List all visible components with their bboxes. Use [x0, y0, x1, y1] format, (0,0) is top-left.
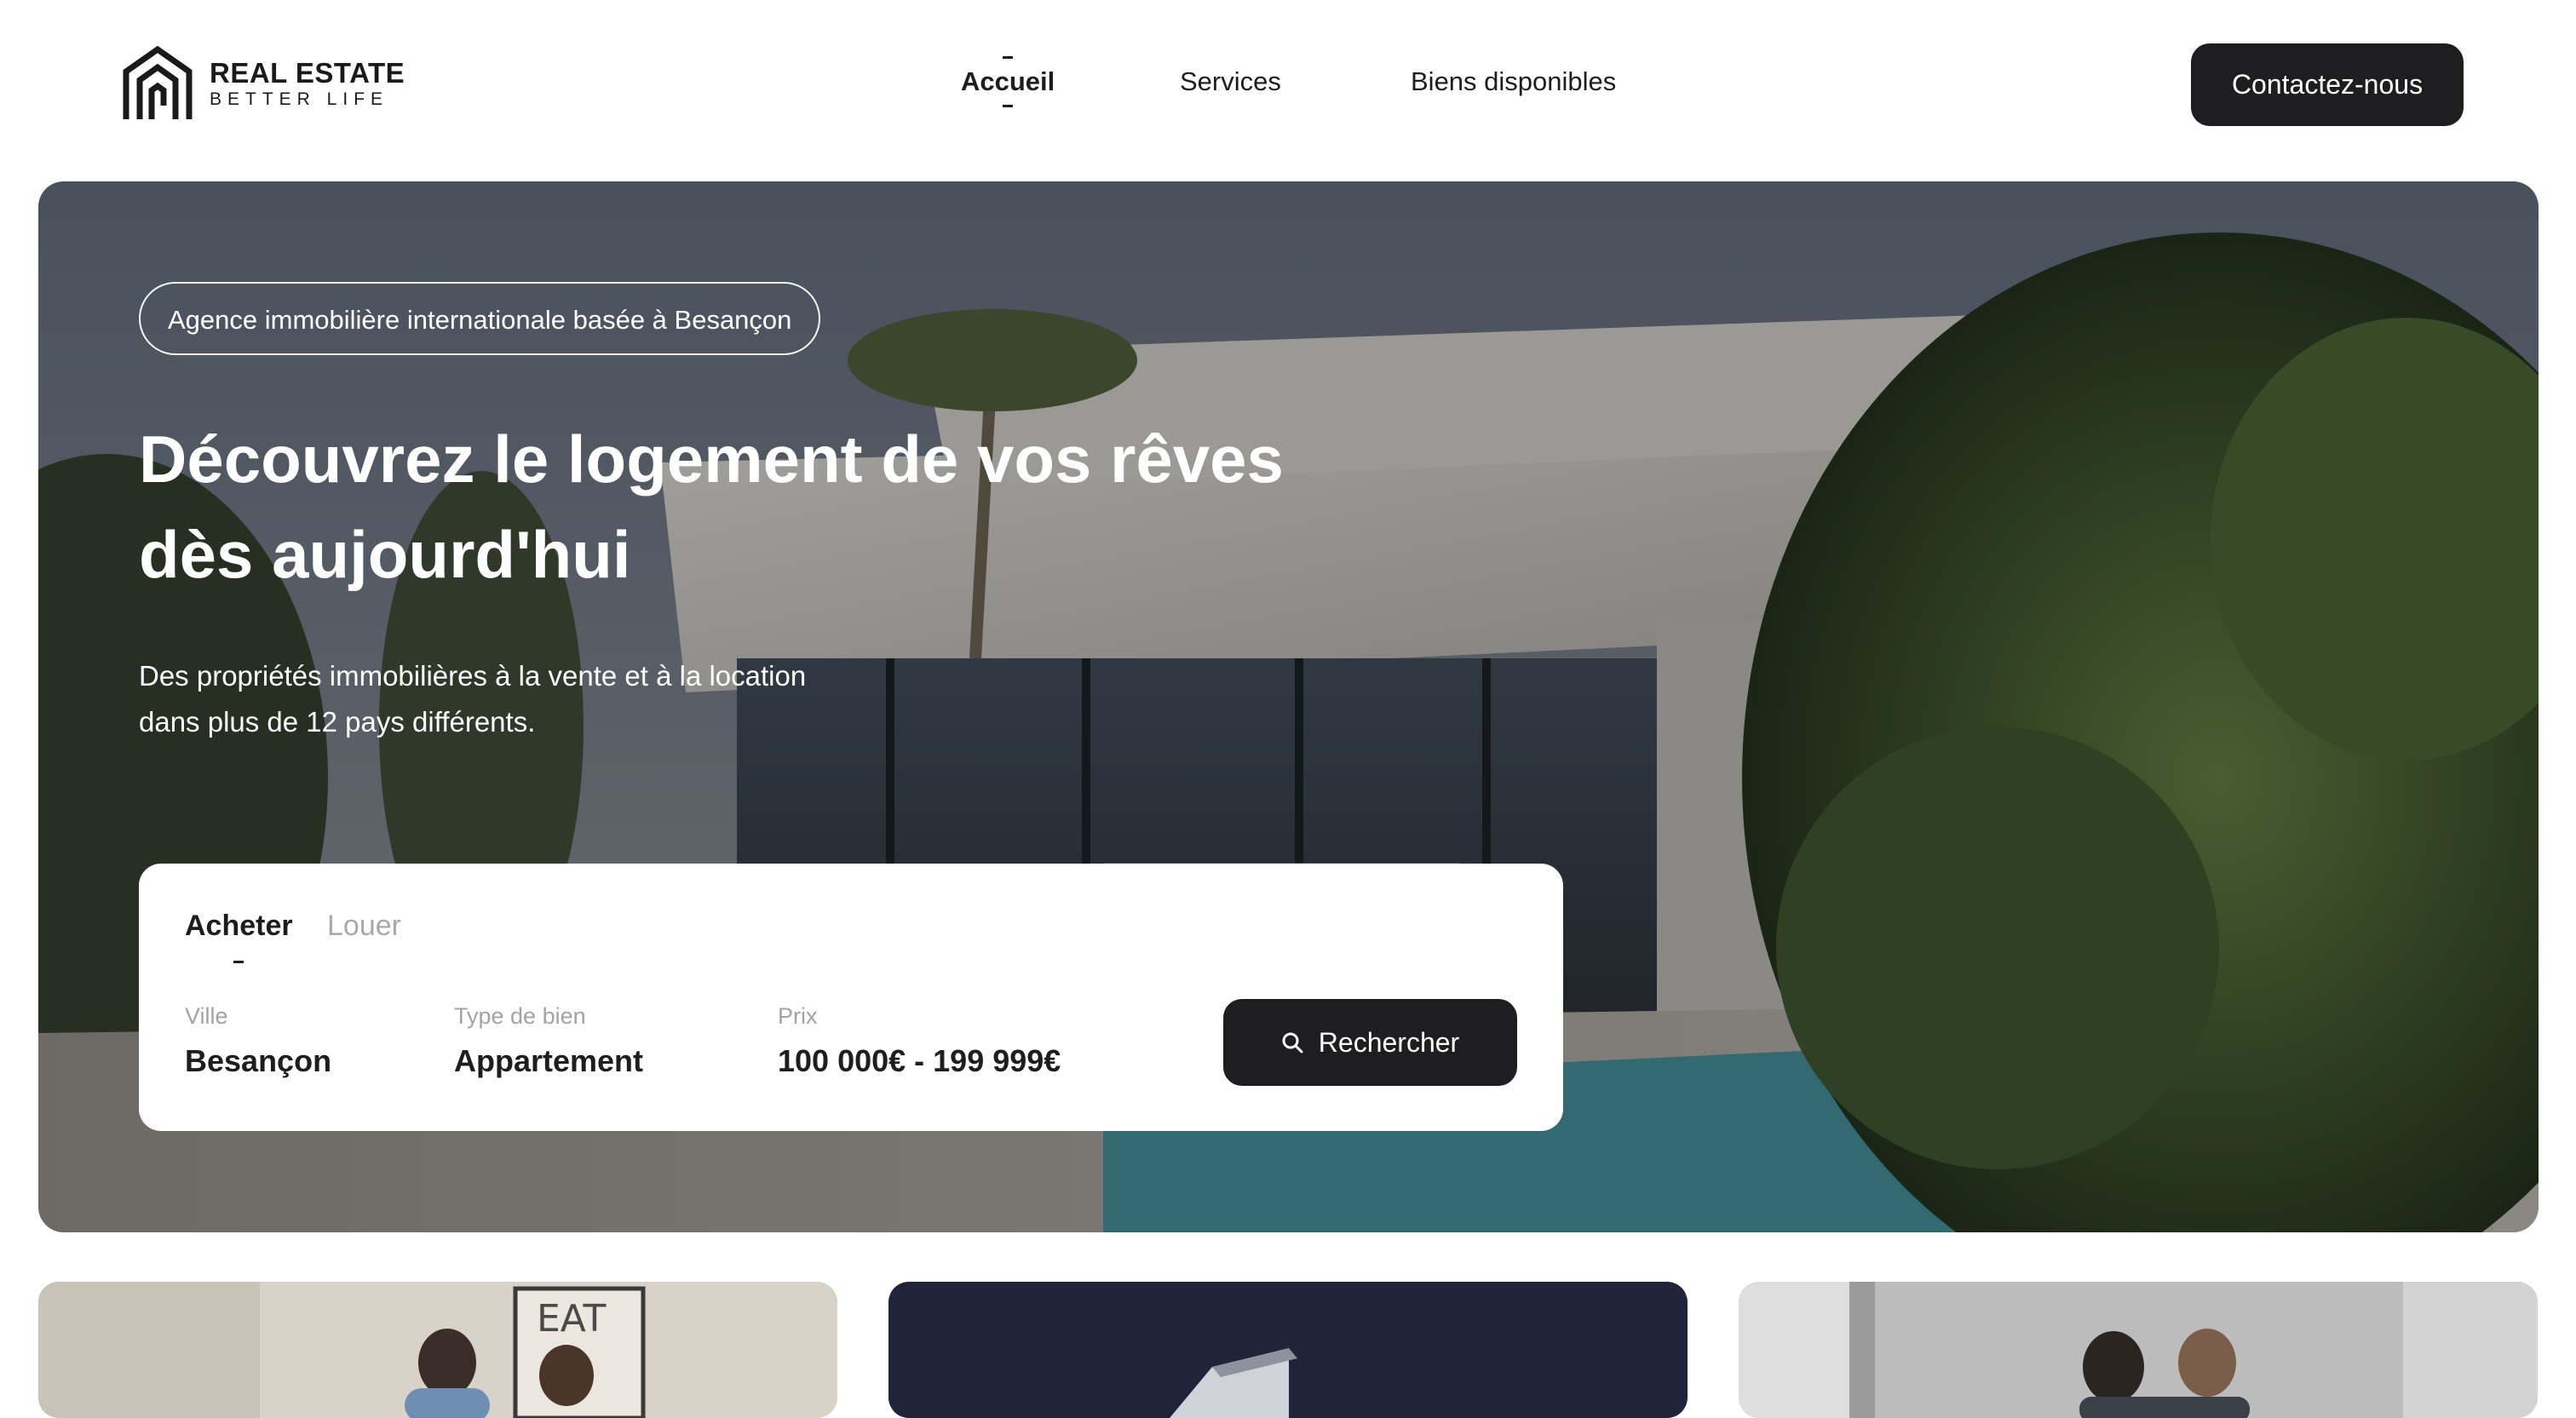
- modern-building-night-image: [888, 1282, 1688, 1418]
- city-field-label: Ville: [185, 1003, 228, 1029]
- price-field-value: 100 000€ - 199 999€: [778, 1043, 1061, 1078]
- business-meeting-image: [1739, 1282, 2538, 1418]
- property-type-field-value: Appartement: [454, 1043, 644, 1078]
- tab-louer[interactable]: Louer: [327, 910, 401, 943]
- city-field-value: Besançon: [185, 1043, 332, 1078]
- hero-title-line-1: Découvrez le logement de vos rêves: [139, 422, 1284, 497]
- tab-acheter[interactable]: Acheter: [185, 910, 293, 963]
- price-field-label: Prix: [778, 1003, 818, 1029]
- hero-subtitle-line-2: dans plus de 12 pays différents.: [139, 706, 536, 738]
- property-card-3[interactable]: [1739, 1282, 2538, 1418]
- hero-subtitle-line-1: Des propriétés immobilières à la vente e…: [139, 660, 807, 692]
- search-icon: [1282, 1032, 1303, 1053]
- property-type-field-label: Type de bien: [454, 1003, 586, 1029]
- search-button-label: Rechercher: [1318, 1026, 1460, 1058]
- property-card-2[interactable]: [888, 1282, 1688, 1418]
- property-type-field[interactable]: Type de bien Appartement: [454, 1003, 643, 1079]
- nav-item-biens-disponibles[interactable]: Biens disponibles: [1411, 66, 1616, 97]
- search-card: Acheter Louer Ville Besançon Type de bie…: [139, 864, 1563, 1131]
- main-nav: Accueil Services Biens disponibles: [0, 56, 2576, 107]
- price-field[interactable]: Prix 100 000€ - 199 999€: [778, 1003, 1061, 1079]
- contact-button[interactable]: Contactez-nous: [2191, 43, 2464, 126]
- search-button[interactable]: Rechercher: [1223, 999, 1517, 1086]
- couple-moving-image: EAT: [38, 1282, 837, 1418]
- hero-title-line-2: dès aujourd'hui: [139, 517, 631, 592]
- hero-section: Agence immobilière internationale basée …: [38, 181, 2539, 1232]
- nav-item-accueil[interactable]: Accueil: [961, 56, 1055, 107]
- hero-title: Découvrez le logement de vos rêves dès a…: [139, 411, 1417, 602]
- eat-sign-text: EAT: [537, 1297, 606, 1340]
- city-field[interactable]: Ville Besançon: [185, 1003, 331, 1079]
- agency-badge: Agence immobilière internationale basée …: [139, 282, 821, 355]
- hero-subtitle: Des propriétés immobilières à la vente e…: [139, 653, 957, 745]
- nav-item-services[interactable]: Services: [1180, 66, 1281, 97]
- property-card-1[interactable]: EAT: [38, 1282, 837, 1418]
